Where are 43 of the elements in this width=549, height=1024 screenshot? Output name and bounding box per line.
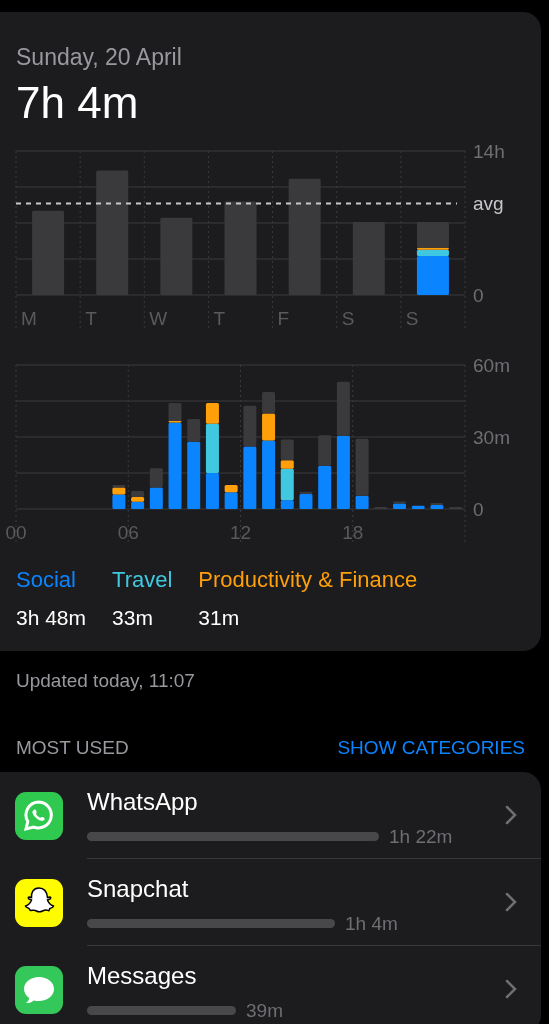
updated-label: Updated today, 11:07 — [16, 670, 195, 692]
day-label: T — [213, 307, 226, 329]
chevron-icon — [505, 892, 517, 913]
hour-label: 18 — [342, 521, 364, 543]
app-name: WhatsApp — [87, 787, 198, 818]
ghost-icon — [15, 878, 63, 927]
category-time: 33m — [112, 604, 154, 631]
app-name: Snapchat — [87, 874, 189, 905]
category-name: Social — [16, 565, 77, 594]
axis-label: 30m — [473, 426, 510, 448]
section-title: MOST USED — [16, 735, 129, 760]
usage-time: 1h 4m — [345, 912, 398, 937]
app-row[interactable]: Messages 39m — [0, 946, 541, 1024]
phone-bubble-icon — [15, 791, 63, 840]
app-name: Messages — [87, 961, 197, 992]
axis-label: avg — [473, 193, 504, 215]
chevron-icon — [505, 805, 517, 826]
category-time: 31m — [198, 604, 241, 631]
day-label: M — [21, 307, 37, 329]
show-categories-link[interactable]: SHOW CATEGORIES — [337, 733, 525, 763]
day-label: W — [149, 307, 168, 329]
hour-label: 12 — [229, 521, 252, 543]
total-time: 7h 4m — [15, 78, 139, 127]
app-row[interactable]: WhatsApp 1h 22m — [0, 772, 541, 860]
axis-label: 14h — [473, 142, 505, 162]
chevron-icon — [505, 979, 517, 1000]
axis-label: 0 — [473, 284, 484, 306]
day-label: S — [405, 307, 419, 329]
axis-label: 60m — [473, 356, 510, 376]
usage-time: 39m — [246, 999, 283, 1024]
hour-label: 06 — [117, 521, 139, 543]
app-row[interactable]: Snapchat 1h 4m — [0, 859, 541, 947]
axis-label: 0 — [473, 498, 484, 520]
speech-bubble-icon — [15, 965, 63, 1014]
category-name: Productivity & Finance — [198, 565, 418, 594]
day-label: S — [341, 307, 355, 329]
usage-time: 1h 22m — [389, 825, 453, 850]
day-label: F — [277, 307, 290, 329]
date-label: Sunday, 20 April — [15, 43, 182, 72]
category-name: Travel — [112, 565, 173, 594]
category-time: 3h 48m — [16, 604, 87, 631]
day-label: T — [85, 307, 97, 329]
hour-label: 00 — [5, 521, 27, 543]
